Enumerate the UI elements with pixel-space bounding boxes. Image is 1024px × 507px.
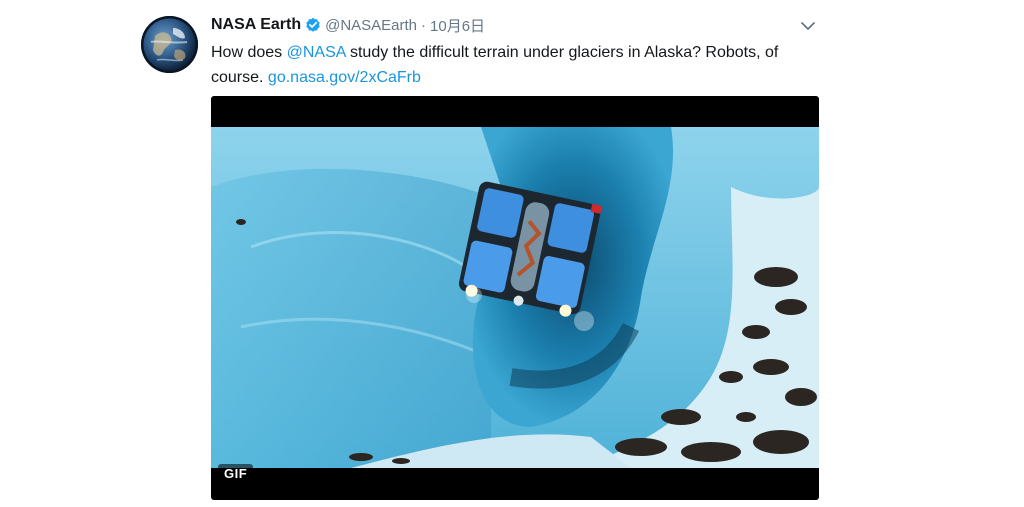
mention-link[interactable]: @NASA (287, 44, 346, 61)
avatar[interactable] (141, 16, 198, 73)
tweet-date[interactable]: 10月6日 (430, 15, 485, 36)
glacier-robot-image (211, 127, 819, 468)
tweet-text: How does @NASA study the difficult terra… (211, 40, 811, 90)
tweet-text-part: How does (211, 44, 287, 61)
tweet-header: NASA Earth @NASAEarth · 10月6日 (211, 13, 485, 37)
tweet-card: NASA Earth @NASAEarth · 10月6日 How does @… (0, 0, 1024, 507)
verified-badge-icon (305, 17, 321, 33)
gif-media[interactable]: GIF (211, 96, 819, 500)
chevron-down-icon[interactable] (799, 17, 817, 35)
gif-badge: GIF (218, 464, 254, 484)
handle[interactable]: @NASAEarth (325, 17, 417, 34)
separator-dot: · (421, 16, 427, 34)
short-url-link[interactable]: go.nasa.gov/2xCaFrb (268, 69, 421, 86)
display-name[interactable]: NASA Earth (211, 16, 301, 34)
earth-globe-icon (141, 16, 198, 73)
